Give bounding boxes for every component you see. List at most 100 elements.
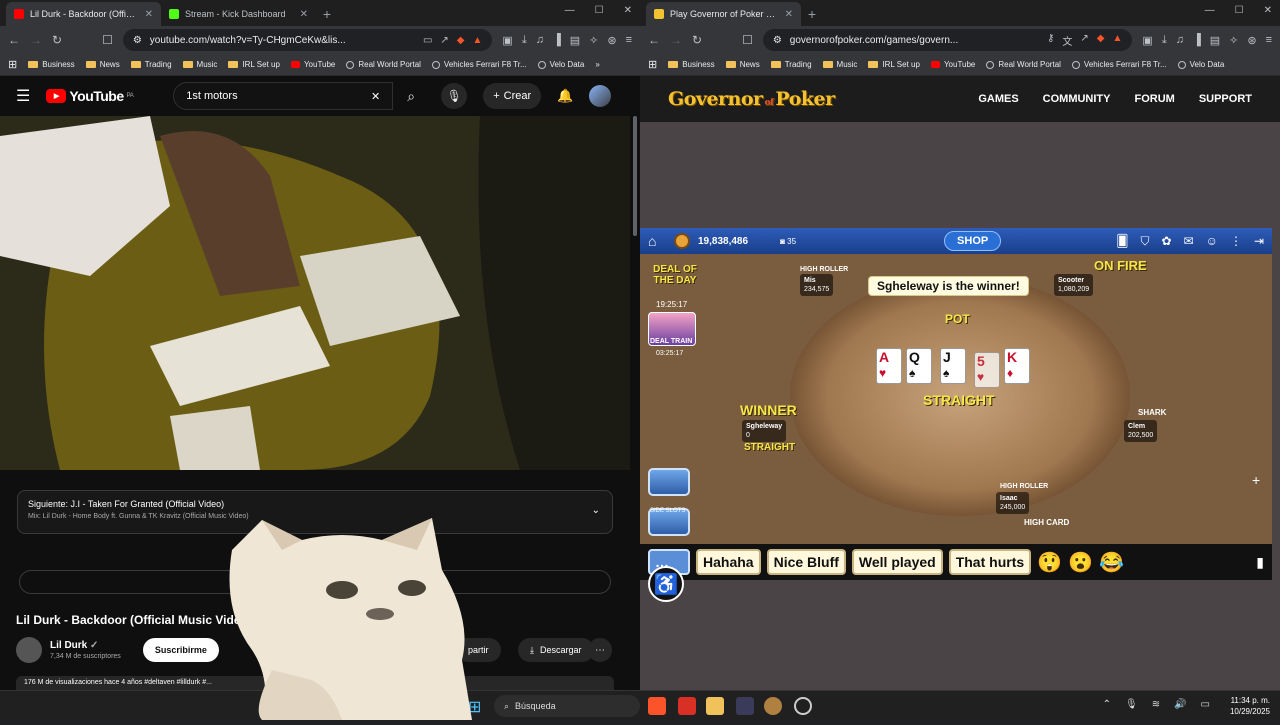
- bookmark-irl-setup[interactable]: IRL Set up: [228, 60, 280, 69]
- new-tab-icon[interactable]: +: [801, 2, 823, 26]
- chat-nice-bluff-button[interactable]: Nice Bluff: [766, 549, 846, 575]
- accessibility-icon[interactable]: ♿: [648, 566, 684, 602]
- surprised-emoji-icon[interactable]: 😮: [1068, 550, 1093, 575]
- page-scrollbar[interactable]: [632, 116, 638, 686]
- translate-icon[interactable]: 文: [1062, 33, 1072, 48]
- player-seat[interactable]: Clem 202,500: [1124, 420, 1158, 442]
- shield-icon[interactable]: ⛉: [1141, 234, 1150, 249]
- nav-forum[interactable]: FORUM: [1134, 93, 1174, 105]
- record-app-icon[interactable]: [678, 697, 696, 715]
- laughing-emoji-icon[interactable]: 😂: [1099, 550, 1124, 575]
- player-seat[interactable]: Scooter 1,080,209: [1054, 274, 1094, 296]
- microphone-icon[interactable]: 🎙: [441, 83, 468, 109]
- bookmark-trading[interactable]: Trading: [770, 60, 812, 69]
- wifi-icon[interactable]: ≋: [1152, 699, 1160, 710]
- share-icon[interactable]: ↗: [440, 35, 448, 46]
- chat-that-hurts-button[interactable]: That hurts: [948, 549, 1032, 575]
- taskbar-clock[interactable]: 11:34 p. m. 10/29/2025: [1230, 695, 1270, 717]
- screenshot-icon[interactable]: ▣: [1142, 34, 1152, 47]
- cast-icon[interactable]: ▭: [423, 35, 432, 46]
- friends-icon[interactable]: ☺: [1206, 234, 1218, 249]
- address-bar[interactable]: ⚙ governorofpoker.com/games/govern... ⚷ …: [762, 29, 1133, 51]
- sidebar-icon[interactable]: ▐: [553, 34, 561, 47]
- volume-icon[interactable]: 🔊: [1174, 699, 1186, 710]
- cards-icon[interactable]: 🂠: [1116, 234, 1128, 249]
- share-icon[interactable]: ↗: [1080, 33, 1088, 48]
- nav-games[interactable]: GAMES: [978, 93, 1018, 105]
- bookmark-news[interactable]: News: [725, 60, 760, 69]
- file-explorer-icon[interactable]: [706, 697, 724, 715]
- screenshot-icon[interactable]: ▣: [502, 34, 512, 47]
- bookmark-icon[interactable]: ☐: [102, 33, 113, 47]
- exit-icon[interactable]: ⇥: [1254, 234, 1264, 249]
- password-key-icon[interactable]: ⚷: [1047, 33, 1054, 48]
- download-icon[interactable]: ⤓: [1162, 34, 1167, 47]
- bookmark-youtube[interactable]: YouTube: [290, 60, 335, 69]
- bookmark-velo-data[interactable]: Velo Data: [1177, 60, 1224, 69]
- create-button[interactable]: + Crear: [483, 83, 542, 109]
- brave-rewards-icon[interactable]: ▲: [1113, 33, 1123, 48]
- chat-hahaha-button[interactable]: Hahaha: [696, 549, 761, 575]
- bookmark-youtube[interactable]: YouTube: [930, 60, 975, 69]
- chevron-down-icon[interactable]: ⌄: [592, 505, 600, 516]
- bookmark-trading[interactable]: Trading: [130, 60, 172, 69]
- help-button[interactable]: [648, 468, 690, 496]
- wallet-icon[interactable]: ▤: [570, 34, 580, 47]
- site-info-icon[interactable]: ⚙: [773, 35, 782, 46]
- bookmark-business[interactable]: Business: [668, 60, 715, 69]
- back-icon[interactable]: ←: [648, 33, 660, 47]
- search-icon[interactable]: ⌕: [397, 82, 425, 110]
- close-tab-icon[interactable]: ✕: [145, 9, 153, 20]
- chat-well-played-button[interactable]: Well played: [851, 549, 943, 575]
- notifications-bell-icon[interactable]: 🔔: [557, 88, 573, 104]
- home-icon[interactable]: ⌂: [648, 233, 666, 249]
- scrollbar-thumb[interactable]: [633, 116, 637, 236]
- minimize-icon[interactable]: —: [565, 5, 575, 16]
- brave-shield-icon[interactable]: ◆: [1097, 33, 1105, 48]
- steam-icon[interactable]: [794, 697, 812, 715]
- gift-icon[interactable]: ✉: [1184, 234, 1194, 249]
- expand-plus-icon[interactable]: +: [1252, 472, 1260, 488]
- menu-icon[interactable]: ≡: [1266, 34, 1272, 47]
- taskbar-search[interactable]: ⌕ Búsqueda: [494, 695, 640, 717]
- extensions-icon[interactable]: ✧: [589, 34, 598, 47]
- account-avatar[interactable]: [589, 85, 612, 107]
- close-window-icon[interactable]: ✕: [1264, 5, 1272, 16]
- brave-shield-icon[interactable]: ◆: [457, 35, 465, 46]
- brave-rewards-icon[interactable]: ▲: [473, 35, 483, 46]
- more-menu-icon[interactable]: ⋮: [1230, 234, 1242, 249]
- bookmark-music[interactable]: Music: [822, 60, 857, 69]
- bookmark-irl-setup[interactable]: IRL Set up: [868, 60, 920, 69]
- bookmark-velo-data[interactable]: Velo Data: [537, 60, 584, 69]
- deal-of-the-day-label[interactable]: DEAL OF THE DAY: [644, 264, 706, 286]
- poker-game-canvas[interactable]: ⌂ 19,838,486 ◙ 35 SHOP 🂠 ⛉ ✿ ✉ ☺ ⋮ ⇥ DEA…: [640, 228, 1272, 580]
- wallet-icon[interactable]: ▤: [1210, 34, 1220, 47]
- music-icon[interactable]: ♫: [536, 34, 544, 47]
- music-icon[interactable]: ♫: [1176, 34, 1184, 47]
- download-icon[interactable]: ⤓: [522, 34, 527, 47]
- close-tab-icon[interactable]: ✕: [785, 9, 793, 20]
- bookmark-music[interactable]: Music: [182, 60, 217, 69]
- menu-icon[interactable]: ≡: [626, 34, 632, 47]
- player-seat[interactable]: Isaac 245,000: [996, 492, 1030, 514]
- bookmark-real-world-portal[interactable]: Real World Portal: [986, 60, 1061, 69]
- apps-grid-icon[interactable]: ⊞: [8, 58, 17, 71]
- youtube-logo[interactable]: ▶ YouTube PA: [46, 88, 134, 104]
- microphone-icon[interactable]: 🎙: [1125, 699, 1138, 710]
- player-seat[interactable]: Mis 234,575: [800, 274, 834, 296]
- forward-icon[interactable]: →: [670, 33, 682, 47]
- bookmark-icon[interactable]: ☐: [742, 33, 753, 47]
- video-player[interactable]: [0, 116, 630, 470]
- vpn-icon[interactable]: ⊛: [607, 34, 616, 47]
- site-info-icon[interactable]: ⚙: [133, 35, 142, 46]
- reload-icon[interactable]: ↻: [52, 33, 62, 47]
- shop-button[interactable]: SHOP: [944, 231, 1002, 251]
- obs-icon[interactable]: [764, 697, 782, 715]
- tab-youtube-video[interactable]: Lil Durk - Backdoor (Official M ✕: [6, 2, 161, 26]
- vpn-icon[interactable]: ⊛: [1247, 34, 1256, 47]
- clear-search-icon[interactable]: ✕: [371, 90, 380, 103]
- address-bar[interactable]: ⚙ youtube.com/watch?v=Ty-CHgmCeKw&lis...…: [122, 29, 493, 51]
- more-actions-icon[interactable]: ⋯: [588, 638, 612, 662]
- maximize-icon[interactable]: ☐: [1235, 5, 1244, 16]
- close-window-icon[interactable]: ✕: [624, 5, 632, 16]
